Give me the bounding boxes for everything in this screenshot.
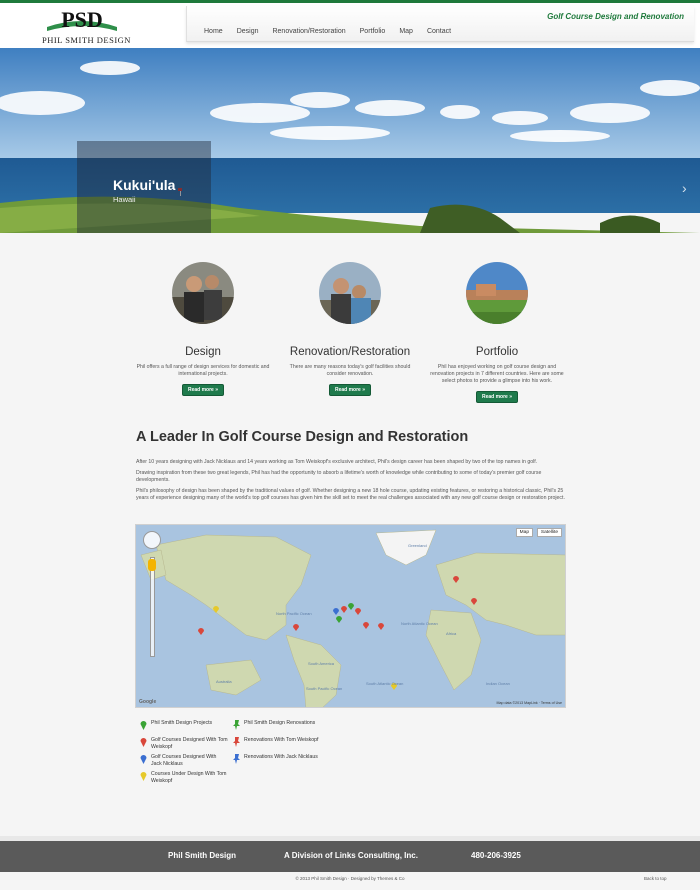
copyright-text: © 2013 Phil Smith Design · Designed by T… bbox=[295, 876, 405, 881]
nav-contact[interactable]: Contact bbox=[420, 28, 458, 35]
service-description: Phil has enjoyed working on golf course … bbox=[430, 364, 564, 384]
site-header: PSD PHIL SMITH DESIGN Golf Course Design… bbox=[0, 3, 700, 48]
intro-paragraph: After 10 years designing with Jack Nickl… bbox=[136, 459, 538, 465]
red-pushpin-icon bbox=[233, 737, 240, 747]
site-logo[interactable]: PSD PHIL SMITH DESIGN bbox=[42, 7, 131, 47]
map-label: South America bbox=[308, 661, 335, 666]
main-nav: Home Design Renovation/Restoration Portf… bbox=[197, 28, 458, 35]
map-label: South Pacific Ocean bbox=[306, 686, 342, 691]
legend-item: Phil Smith Design Renovations bbox=[233, 720, 315, 730]
street-view-icon[interactable] bbox=[148, 559, 156, 571]
service-description: There are many reasons today's golf faci… bbox=[289, 364, 411, 377]
legend-label: Phil Smith Design Projects bbox=[151, 720, 213, 726]
map-label: Australia bbox=[216, 679, 232, 684]
map-attribution[interactable]: Map data ©2013 MapLink · Terms of Use bbox=[496, 701, 562, 705]
legend-label: Golf Courses Designed With Jack Nicklaus bbox=[151, 754, 217, 767]
map-label: Africa bbox=[446, 631, 457, 636]
legend-item: Courses Under Design With Tom Weiskopf bbox=[140, 771, 228, 784]
map-type-satellite[interactable]: Satellite bbox=[536, 528, 562, 537]
service-renovation: Renovation/Restoration There are many re… bbox=[280, 262, 420, 396]
service-title: Renovation/Restoration bbox=[289, 346, 411, 358]
google-logo: Google bbox=[139, 699, 157, 705]
map-type-map[interactable]: Map bbox=[515, 528, 533, 537]
legend-label: Renovations With Jack Nicklaus bbox=[244, 754, 318, 760]
nav-renovation[interactable]: Renovation/Restoration bbox=[265, 28, 352, 35]
green-pushpin-icon bbox=[233, 720, 240, 730]
map-label: Indian Ocean bbox=[486, 681, 510, 686]
map-zoom-slider[interactable] bbox=[150, 557, 155, 657]
nav-panel: Golf Course Design and Renovation Home D… bbox=[186, 6, 694, 42]
legend-label: Phil Smith Design Renovations bbox=[244, 720, 316, 726]
footer-division: A Division of Links Consulting, Inc. bbox=[284, 851, 418, 860]
legend-label: Courses Under Design With Tom Weiskopf bbox=[151, 771, 227, 784]
legend-item: Phil Smith Design Projects bbox=[140, 720, 212, 730]
site-tagline: Golf Course Design and Renovation bbox=[547, 12, 684, 21]
map-label: North Atlantic Ocean bbox=[401, 621, 438, 626]
legend-item: Golf Courses Designed With Jack Nicklaus bbox=[140, 754, 228, 767]
hero-slider: Kukui'ula Hawaii › bbox=[0, 48, 700, 233]
portfolio-photo bbox=[466, 262, 528, 324]
green-pin-icon bbox=[140, 721, 147, 730]
design-photo bbox=[172, 262, 234, 324]
blue-pin-icon bbox=[140, 755, 147, 764]
hero-caption: Kukui'ula Hawaii bbox=[77, 141, 211, 233]
nav-home[interactable]: Home bbox=[197, 28, 230, 35]
legend-item: Renovations With Tom Weiskopf bbox=[233, 737, 318, 747]
legend-item: Renovations With Jack Nicklaus bbox=[233, 754, 318, 764]
world-map: Greenland North Pacific Ocean North Atla… bbox=[140, 529, 565, 707]
page-heading: A Leader In Golf Course Design and Resto… bbox=[136, 429, 469, 445]
blue-pushpin-icon bbox=[233, 754, 240, 764]
site-footer: Phil Smith Design A Division of Links Co… bbox=[0, 841, 700, 872]
legend-label: Renovations With Tom Weiskopf bbox=[244, 737, 319, 743]
service-description: Phil offers a full range of design servi… bbox=[136, 364, 270, 377]
yellow-pin-icon bbox=[140, 772, 147, 781]
nav-design[interactable]: Design bbox=[230, 28, 266, 35]
service-design: Design Phil offers a full range of desig… bbox=[133, 262, 273, 396]
service-title: Portfolio bbox=[475, 346, 519, 358]
logo-mark: PSD bbox=[45, 7, 119, 33]
read-more-button[interactable]: Read more » bbox=[181, 384, 224, 396]
read-more-button[interactable]: Read more » bbox=[328, 384, 371, 396]
logo-mark-text: PSD bbox=[61, 7, 103, 32]
legend-label: Golf Courses Designed With Tom Weiskopf bbox=[151, 737, 228, 750]
footer-phone[interactable]: 480-206-3925 bbox=[471, 851, 521, 860]
service-portfolio: Portfolio Phil has enjoyed working on go… bbox=[427, 262, 567, 403]
service-title: Design bbox=[185, 346, 221, 358]
map-label: North Pacific Ocean bbox=[276, 611, 312, 616]
nav-portfolio[interactable]: Portfolio bbox=[353, 28, 393, 35]
red-pin-icon bbox=[140, 738, 147, 747]
hero-title: Kukui'ula bbox=[113, 177, 176, 193]
map-label: Greenland bbox=[408, 543, 427, 548]
renovation-photo bbox=[319, 262, 381, 324]
hero-subtitle: Hawaii bbox=[113, 195, 136, 204]
logo-text: PHIL SMITH DESIGN bbox=[42, 35, 131, 45]
intro-paragraph: Drawing inspiration from these two great… bbox=[136, 470, 542, 483]
intro-paragraph: Phil's philosophy of design has been sha… bbox=[136, 488, 565, 501]
legend-item: Golf Courses Designed With Tom Weiskopf bbox=[140, 737, 228, 750]
nav-map[interactable]: Map bbox=[392, 28, 420, 35]
projects-map[interactable]: Greenland North Pacific Ocean North Atla… bbox=[135, 524, 566, 708]
footer-company: Phil Smith Design bbox=[168, 851, 237, 860]
map-pan-control[interactable] bbox=[143, 531, 161, 549]
read-more-button[interactable]: Read more » bbox=[475, 391, 518, 403]
map-label: South Atlantic Ocean bbox=[366, 681, 403, 686]
back-to-top-link[interactable]: Back to top bbox=[644, 876, 667, 881]
chevron-right-icon[interactable]: › bbox=[682, 180, 687, 196]
